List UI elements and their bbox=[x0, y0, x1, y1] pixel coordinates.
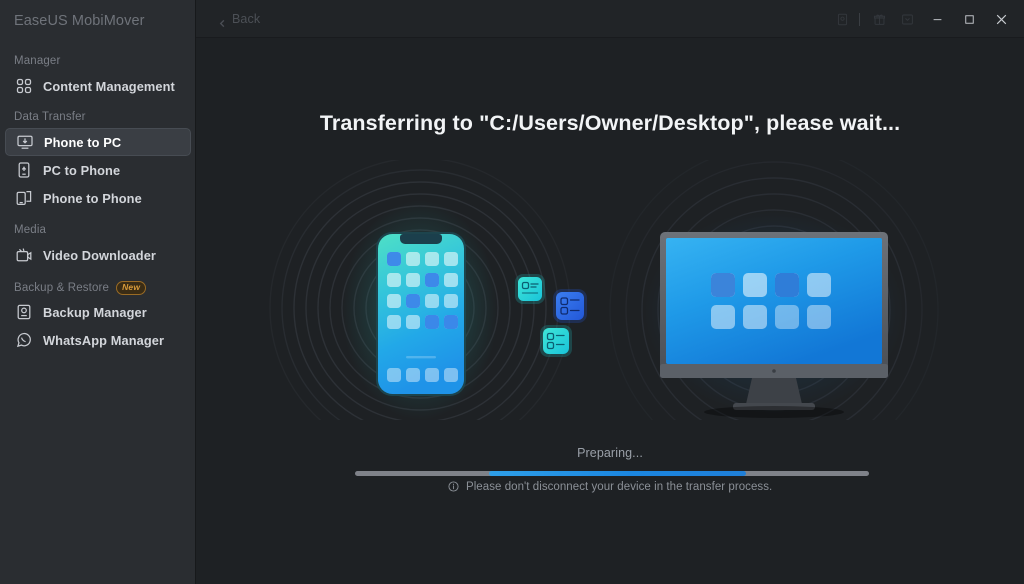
transfer-status-text: Preparing... bbox=[577, 446, 643, 460]
new-badge: New bbox=[116, 281, 147, 295]
sidebar-item-label: Content Management bbox=[43, 78, 175, 94]
window-controls bbox=[827, 0, 1024, 38]
titlebar: Back bbox=[196, 0, 1024, 38]
feedback-icon[interactable] bbox=[894, 6, 920, 32]
phone-to-phone-icon bbox=[15, 189, 33, 207]
monitor-illustration bbox=[644, 210, 904, 418]
backup-icon bbox=[15, 303, 33, 321]
sidebar-group-label-manager: Manager bbox=[14, 55, 60, 67]
sidebar: EaseUS MobiMover Manager Content Managem… bbox=[0, 0, 196, 584]
divider bbox=[859, 12, 860, 26]
phone-illustration bbox=[342, 200, 498, 420]
group-label-text: Data Transfer bbox=[14, 111, 86, 123]
sidebar-item-label: Video Downloader bbox=[43, 247, 156, 263]
sidebar-group-label-data-transfer: Data Transfer bbox=[14, 111, 86, 123]
sidebar-item-backup-manager[interactable]: Backup Manager bbox=[5, 298, 191, 326]
sidebar-item-content-management[interactable]: Content Management bbox=[5, 72, 191, 100]
sidebar-item-label: PC to Phone bbox=[43, 162, 121, 178]
sidebar-item-label: Phone to PC bbox=[44, 134, 122, 150]
sidebar-group-label-media: Media bbox=[14, 224, 46, 236]
whatsapp-icon bbox=[15, 331, 33, 349]
close-button[interactable] bbox=[986, 6, 1016, 32]
back-button[interactable]: Back bbox=[214, 9, 264, 29]
info-circle-icon bbox=[448, 481, 459, 492]
sidebar-item-label: WhatsApp Manager bbox=[43, 332, 165, 348]
transfer-illustration bbox=[196, 160, 1024, 420]
pc-to-phone-icon bbox=[15, 161, 33, 179]
sidebar-item-phone-to-phone[interactable]: Phone to Phone bbox=[5, 184, 191, 212]
page-title: Transferring to "C:/Users/Owner/Desktop"… bbox=[319, 111, 901, 135]
progress-bar-fill bbox=[488, 471, 746, 476]
minimize-button[interactable] bbox=[922, 6, 952, 32]
sidebar-item-video-downloader[interactable]: Video Downloader bbox=[5, 241, 191, 269]
video-download-icon bbox=[15, 246, 33, 264]
transfer-cards bbox=[515, 274, 587, 357]
sidebar-item-label: Phone to Phone bbox=[43, 190, 142, 206]
maximize-button[interactable] bbox=[954, 6, 984, 32]
sidebar-group-label-backup-restore: Backup & Restore New bbox=[14, 281, 147, 295]
chevron-left-icon bbox=[218, 15, 227, 27]
grid-apps-icon bbox=[15, 77, 33, 95]
progress-bar-track bbox=[355, 471, 869, 476]
group-label-text: Backup & Restore bbox=[14, 282, 110, 294]
back-button-label: Back bbox=[232, 12, 261, 26]
app-brand-title: EaseUS MobiMover bbox=[14, 13, 145, 29]
disconnect-warning-text: Please don't disconnect your device in t… bbox=[465, 481, 773, 493]
phone-to-pc-icon bbox=[16, 133, 34, 151]
group-label-text: Manager bbox=[14, 55, 61, 67]
group-label-text: Media bbox=[14, 224, 47, 236]
device-icon[interactable] bbox=[829, 6, 855, 32]
sidebar-item-whatsapp-manager[interactable]: WhatsApp Manager bbox=[5, 326, 191, 354]
gift-icon[interactable] bbox=[866, 6, 892, 32]
sidebar-item-phone-to-pc[interactable]: Phone to PC bbox=[5, 128, 191, 156]
disconnect-warning: Please don't disconnect your device in t… bbox=[196, 481, 1024, 493]
main-content: Back Transferring to "C:/Users/Owner/Des… bbox=[196, 0, 1024, 584]
application-window: EaseUS MobiMover Manager Content Managem… bbox=[0, 0, 1024, 584]
sidebar-item-pc-to-phone[interactable]: PC to Phone bbox=[5, 156, 191, 184]
sidebar-item-label: Backup Manager bbox=[43, 304, 147, 320]
